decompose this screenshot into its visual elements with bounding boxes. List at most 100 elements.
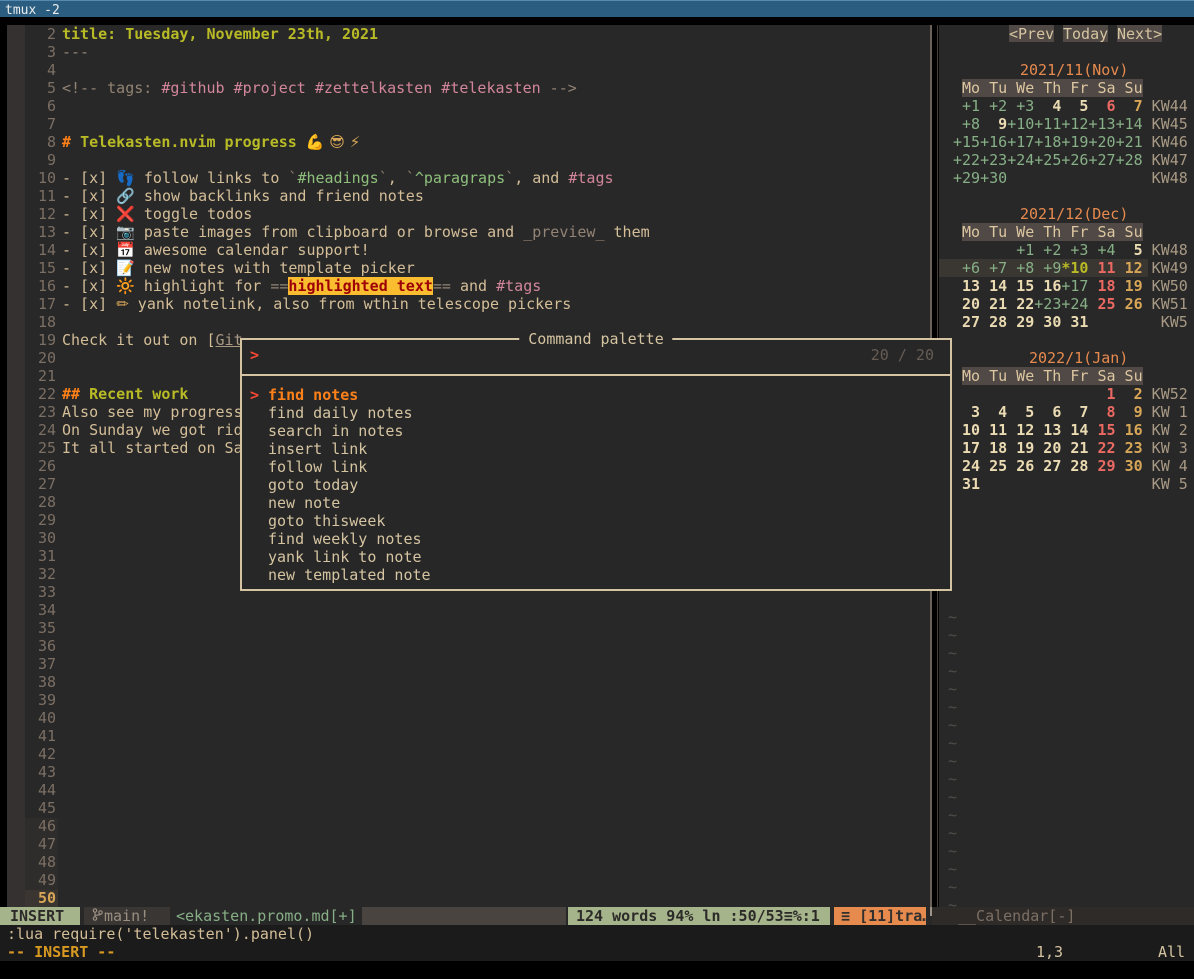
day-cell[interactable]: 5: [1116, 241, 1143, 259]
day-cell[interactable]: +7: [980, 259, 1007, 277]
day-cell[interactable]: +8: [953, 115, 980, 133]
palette-item[interactable]: yank link to note: [242, 548, 950, 566]
day-cell[interactable]: 28: [980, 313, 1007, 331]
editor-line[interactable]: 47: [25, 835, 930, 853]
day-cell[interactable]: 22: [1088, 439, 1115, 457]
palette-item[interactable]: insert link: [242, 440, 950, 458]
day-cell[interactable]: 26: [1007, 457, 1034, 475]
editor-line[interactable]: 48: [25, 853, 930, 871]
editor-line[interactable]: 13- [x] 📷 paste images from clipboard or…: [25, 223, 930, 241]
palette-prompt[interactable]: > 20 / 20: [242, 344, 950, 370]
day-cell[interactable]: 7: [1116, 97, 1143, 115]
day-cell[interactable]: +24: [1061, 295, 1088, 313]
day-cell[interactable]: 2: [1116, 385, 1143, 403]
day-cell[interactable]: +22: [953, 151, 980, 169]
day-cell[interactable]: 21: [980, 295, 1007, 313]
day-cell[interactable]: 13: [1034, 421, 1061, 439]
palette-item[interactable]: goto thisweek: [242, 512, 950, 530]
editor-line[interactable]: 43: [25, 763, 930, 781]
palette-item[interactable]: find weekly notes: [242, 530, 950, 548]
day-cell[interactable]: 11: [1088, 259, 1115, 277]
editor-line[interactable]: 45: [25, 799, 930, 817]
palette-item[interactable]: goto today: [242, 476, 950, 494]
editor-line[interactable]: 44: [25, 781, 930, 799]
day-cell[interactable]: +2: [980, 97, 1007, 115]
day-cell[interactable]: 9: [1116, 403, 1143, 421]
day-cell[interactable]: +10: [1007, 115, 1034, 133]
day-cell[interactable]: +11: [1034, 115, 1061, 133]
day-cell[interactable]: +2: [1034, 241, 1061, 259]
editor-line[interactable]: 49: [25, 871, 930, 889]
day-cell[interactable]: 1: [1088, 385, 1115, 403]
nav-prev-button[interactable]: <Prev: [1009, 25, 1054, 42]
day-cell[interactable]: +23: [980, 151, 1007, 169]
editor-line[interactable]: 14- [x] 📅 awesome calendar support!: [25, 241, 930, 259]
day-cell[interactable]: +28: [1116, 151, 1143, 169]
day-cell[interactable]: 25: [1088, 295, 1115, 313]
calendar-pane[interactable]: <PrevTodayNext>2021/11(Nov)Mo Tu We Th F…: [939, 25, 1194, 907]
day-cell[interactable]: +9: [1034, 259, 1061, 277]
palette-item[interactable]: follow link: [242, 458, 950, 476]
editor-line[interactable]: 37: [25, 655, 930, 673]
day-cell[interactable]: 12: [1116, 259, 1143, 277]
editor-line[interactable]: 4: [25, 61, 930, 79]
day-cell[interactable]: 24: [953, 457, 980, 475]
day-cell[interactable]: 4: [1034, 97, 1061, 115]
day-cell[interactable]: 29: [1088, 457, 1115, 475]
day-cell[interactable]: 19: [1007, 439, 1034, 457]
day-cell[interactable]: 14: [1061, 421, 1088, 439]
day-cell[interactable]: +30: [980, 169, 1007, 187]
day-cell[interactable]: +4: [1088, 241, 1115, 259]
day-cell[interactable]: +13: [1088, 115, 1115, 133]
day-cell[interactable]: 30: [1034, 313, 1061, 331]
day-cell[interactable]: 4: [980, 403, 1007, 421]
day-cell[interactable]: 19: [1116, 277, 1143, 295]
day-cell[interactable]: 5: [1061, 97, 1088, 115]
day-cell[interactable]: 16: [1116, 421, 1143, 439]
day-cell[interactable]: +17: [1061, 277, 1088, 295]
day-cell[interactable]: 6: [1088, 97, 1115, 115]
editor-line[interactable]: 39: [25, 691, 930, 709]
day-cell[interactable]: 8: [1088, 403, 1115, 421]
day-cell[interactable]: +3: [1007, 97, 1034, 115]
palette-item[interactable]: search in notes: [242, 422, 950, 440]
day-cell[interactable]: 5: [1007, 403, 1034, 421]
day-cell[interactable]: 20: [1034, 439, 1061, 457]
editor-line[interactable]: 7: [25, 115, 930, 133]
day-cell[interactable]: +14: [1116, 115, 1143, 133]
day-cell[interactable]: +23: [1034, 295, 1061, 313]
cmdline[interactable]: :lua require('telekasten').panel(): [7, 925, 314, 943]
day-cell[interactable]: 26: [1116, 295, 1143, 313]
day-cell[interactable]: +8: [1007, 259, 1034, 277]
day-cell[interactable]: +24: [1007, 151, 1034, 169]
day-cell[interactable]: 18: [1088, 277, 1115, 295]
editor-line[interactable]: 36: [25, 637, 930, 655]
day-cell[interactable]: 23: [1116, 439, 1143, 457]
day-cell[interactable]: 17: [953, 439, 980, 457]
editor-line[interactable]: 12- [x] ❌ toggle todos: [25, 205, 930, 223]
day-cell[interactable]: 3: [953, 403, 980, 421]
editor-line[interactable]: 41: [25, 727, 930, 745]
day-cell[interactable]: 21: [1061, 439, 1088, 457]
day-cell[interactable]: +19: [1061, 133, 1088, 151]
day-cell[interactable]: 18: [980, 439, 1007, 457]
day-cell[interactable]: +20: [1088, 133, 1115, 151]
day-cell[interactable]: 22: [1007, 295, 1034, 313]
palette-item[interactable]: new note: [242, 494, 950, 512]
editor-line[interactable]: 3---: [25, 43, 930, 61]
day-cell[interactable]: +26: [1061, 151, 1088, 169]
editor-line[interactable]: 34: [25, 601, 930, 619]
palette-item[interactable]: >find notes: [242, 386, 950, 404]
editor-line[interactable]: 35: [25, 619, 930, 637]
day-cell[interactable]: +17: [1007, 133, 1034, 151]
palette-item[interactable]: new templated note: [242, 566, 950, 584]
day-cell[interactable]: 31: [953, 475, 980, 493]
day-cell[interactable]: +6: [953, 259, 980, 277]
day-cell[interactable]: 12: [1007, 421, 1034, 439]
editor-line[interactable]: 11- [x] 🔗 show backlinks and friend note…: [25, 187, 930, 205]
editor-line[interactable]: 42: [25, 745, 930, 763]
editor-line[interactable]: 15- [x] 📝 new notes with template picker: [25, 259, 930, 277]
day-cell[interactable]: 16: [1034, 277, 1061, 295]
editor-line[interactable]: 9: [25, 151, 930, 169]
day-cell[interactable]: 14: [980, 277, 1007, 295]
